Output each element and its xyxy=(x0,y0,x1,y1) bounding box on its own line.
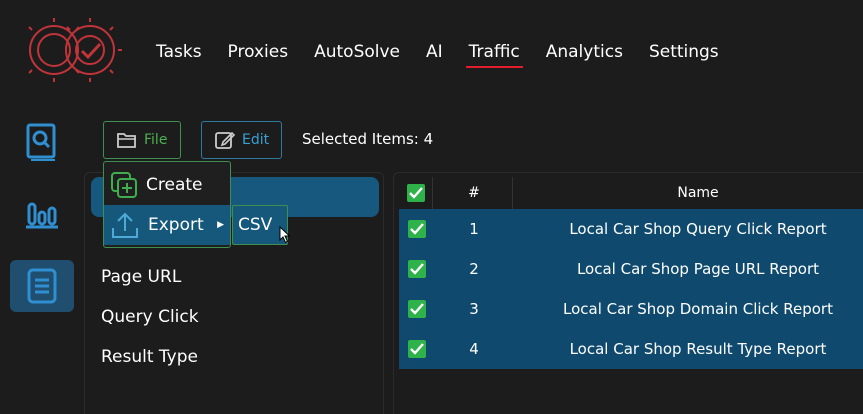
row-checkbox[interactable] xyxy=(405,329,429,369)
column-divider xyxy=(432,177,433,209)
search-report-icon xyxy=(26,123,56,161)
selected-items-count: Selected Items: 4 xyxy=(302,130,434,148)
column-divider xyxy=(512,177,513,209)
file-dropdown-menu: Create Export ▶ xyxy=(103,161,231,248)
edit-button[interactable]: Edit xyxy=(201,121,282,159)
row-name: Local Car Shop Query Click Report xyxy=(569,220,827,238)
reports-table: # Name 1 Local Car Shop Query Click Repo… xyxy=(393,172,863,414)
row-name: Local Car Shop Page URL Report xyxy=(576,260,820,278)
menu-item-create-label: Create xyxy=(146,175,203,195)
gear-check-logo-icon xyxy=(28,18,122,82)
checkbox-checked-icon xyxy=(408,220,426,238)
checkbox-checked-icon xyxy=(408,340,426,358)
list-item-result-type[interactable]: Result Type xyxy=(101,347,198,367)
list-item-query-click[interactable]: Query Click xyxy=(101,307,199,327)
table-header: # Name xyxy=(394,173,863,213)
edit-button-label: Edit xyxy=(242,132,270,148)
row-number: 2 xyxy=(469,260,479,278)
nav-tasks[interactable]: Tasks xyxy=(156,40,202,68)
sidebar-reports[interactable] xyxy=(10,260,74,312)
edit-icon xyxy=(215,131,236,149)
menu-item-create[interactable]: Create xyxy=(104,165,230,205)
row-number: 1 xyxy=(469,220,479,238)
sidebar-search-report[interactable] xyxy=(10,116,74,168)
nav-autosolve[interactable]: AutoSolve xyxy=(314,40,400,68)
row-checkbox[interactable] xyxy=(405,289,429,329)
checkbox-checked-icon xyxy=(408,300,426,318)
menu-item-csv-label: CSV xyxy=(238,215,273,235)
checkbox-checked-icon xyxy=(407,184,425,202)
checkbox-checked-icon xyxy=(408,260,426,278)
column-header-number[interactable]: # xyxy=(434,173,514,213)
app-logo xyxy=(24,16,128,84)
nav-proxies[interactable]: Proxies xyxy=(228,40,289,68)
menu-item-export[interactable]: Export ▶ xyxy=(104,205,230,245)
nav-traffic[interactable]: Traffic xyxy=(465,40,523,68)
row-number: 4 xyxy=(469,340,479,358)
row-number: 3 xyxy=(469,300,479,318)
nav-analytics[interactable]: Analytics xyxy=(546,40,623,68)
submenu-arrow-icon: ▶ xyxy=(217,220,224,230)
add-copy-icon xyxy=(111,172,137,198)
menu-item-export-label: Export xyxy=(148,215,204,235)
file-button[interactable]: File xyxy=(103,121,181,159)
folder-icon xyxy=(117,133,136,148)
column-header-name[interactable]: Name xyxy=(514,173,863,213)
list-item-page-url[interactable]: Page URL xyxy=(101,267,181,287)
upload-icon xyxy=(112,212,138,238)
select-all-checkbox[interactable] xyxy=(404,173,428,213)
nav-settings[interactable]: Settings xyxy=(649,40,719,68)
row-checkbox[interactable] xyxy=(405,249,429,289)
row-name: Local Car Shop Domain Click Report xyxy=(563,300,833,318)
top-nav: Tasks Proxies AutoSolve AI Traffic Analy… xyxy=(156,40,745,68)
document-icon xyxy=(27,268,57,304)
table-row[interactable]: 2 Local Car Shop Page URL Report xyxy=(399,249,863,289)
table-row[interactable]: 1 Local Car Shop Query Click Report xyxy=(399,209,863,249)
mouse-cursor-icon xyxy=(279,225,291,248)
file-button-label: File xyxy=(144,132,168,148)
table-row[interactable]: 4 Local Car Shop Result Type Report xyxy=(399,329,863,369)
row-checkbox[interactable] xyxy=(405,209,429,249)
row-name: Local Car Shop Result Type Report xyxy=(569,340,827,358)
table-row[interactable]: 3 Local Car Shop Domain Click Report xyxy=(399,289,863,329)
nav-ai[interactable]: AI xyxy=(426,40,443,68)
bar-chart-icon xyxy=(26,202,58,229)
sidebar-analytics[interactable] xyxy=(10,186,74,238)
